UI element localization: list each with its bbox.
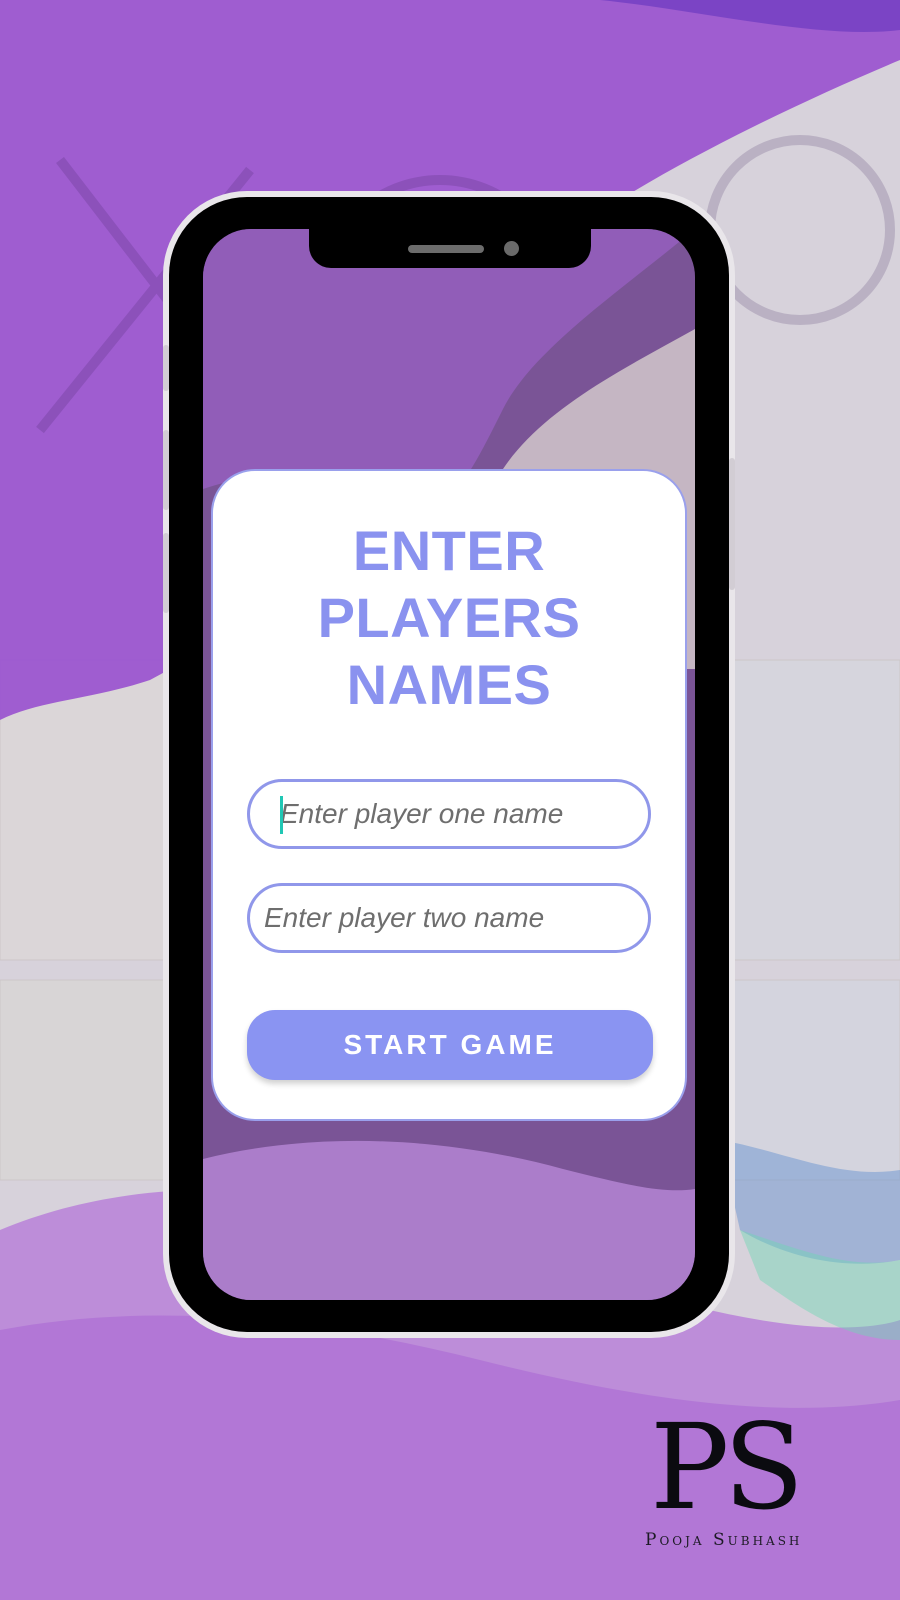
player-two-input[interactable]	[250, 902, 648, 934]
player-two-field[interactable]	[247, 883, 651, 953]
start-game-button[interactable]: START GAME	[247, 1010, 653, 1080]
player-one-field[interactable]	[247, 779, 651, 849]
title-line-1: ENTER	[352, 519, 546, 582]
speaker-grill	[408, 245, 484, 253]
title-line-3: NAMES	[346, 653, 552, 716]
page-title: ENTER PLAYERS NAMES	[213, 517, 685, 718]
player-one-input[interactable]	[250, 798, 648, 830]
brand-name: Pooja Subhash	[645, 1530, 803, 1550]
text-cursor	[280, 796, 283, 834]
title-line-2: PLAYERS	[317, 586, 581, 649]
volume-down-button	[163, 533, 169, 613]
power-button	[729, 458, 735, 590]
front-camera	[504, 241, 519, 256]
player-names-card: ENTER PLAYERS NAMES START GAME	[211, 469, 687, 1121]
volume-up-button	[163, 430, 169, 510]
ps-logo: PS	[650, 1398, 804, 1536]
silent-switch	[163, 345, 169, 391]
